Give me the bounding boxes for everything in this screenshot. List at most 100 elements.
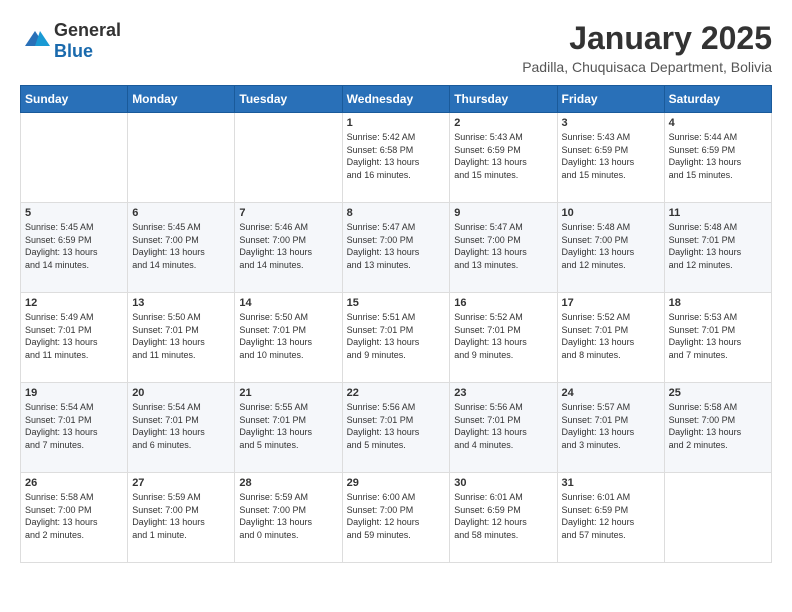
day-info: Sunrise: 5:52 AM Sunset: 7:01 PM Dayligh… xyxy=(454,311,552,361)
calendar-day-cell: 4 Sunrise: 5:44 AM Sunset: 6:59 PM Daylig… xyxy=(664,113,771,203)
day-number: 12 xyxy=(25,297,123,309)
calendar-table: SundayMondayTuesdayWednesdayThursdayFrid… xyxy=(20,85,772,563)
logo-general: General xyxy=(54,20,121,40)
weekday-header: Monday xyxy=(128,86,235,113)
day-info: Sunrise: 6:01 AM Sunset: 6:59 PM Dayligh… xyxy=(454,491,552,541)
calendar-day-cell: 1 Sunrise: 5:42 AM Sunset: 6:58 PM Daylig… xyxy=(342,113,450,203)
logo-blue: Blue xyxy=(54,41,93,61)
calendar-day-cell: 12Sunrise: 5:49 AM Sunset: 7:01 PM Dayli… xyxy=(21,293,128,383)
calendar-day-cell xyxy=(21,113,128,203)
weekday-header: Tuesday xyxy=(235,86,342,113)
calendar-day-cell: 9Sunrise: 5:47 AM Sunset: 7:00 PM Daylig… xyxy=(450,203,557,293)
day-number: 30 xyxy=(454,477,552,489)
calendar-day-cell: 31Sunrise: 6:01 AM Sunset: 6:59 PM Dayli… xyxy=(557,473,664,563)
day-number: 16 xyxy=(454,297,552,309)
weekday-header: Sunday xyxy=(21,86,128,113)
calendar-week-row: 1 Sunrise: 5:42 AM Sunset: 6:58 PM Daylig… xyxy=(21,113,772,203)
calendar-day-cell: 19 Sunrise: 5:54 AM Sunset: 7:01 PM Dayli… xyxy=(21,383,128,473)
day-number: 25 xyxy=(669,387,767,399)
day-info: Sunrise: 5:59 AM Sunset: 7:00 PM Dayligh… xyxy=(132,491,230,541)
day-info: Sunrise: 6:00 AM Sunset: 7:00 PM Dayligh… xyxy=(347,491,446,541)
day-info: Sunrise: 5:51 AM Sunset: 7:01 PM Dayligh… xyxy=(347,311,446,361)
calendar-day-cell: 3 Sunrise: 5:43 AM Sunset: 6:59 PM Daylig… xyxy=(557,113,664,203)
day-number: 7 xyxy=(239,207,337,219)
calendar-day-cell: 11Sunrise: 5:48 AM Sunset: 7:01 PM Dayli… xyxy=(664,203,771,293)
day-number: 13 xyxy=(132,297,230,309)
calendar-week-row: 26Sunrise: 5:58 AM Sunset: 7:00 PM Dayli… xyxy=(21,473,772,563)
day-info: Sunrise: 5:46 AM Sunset: 7:00 PM Dayligh… xyxy=(239,221,337,271)
day-info: Sunrise: 5:59 AM Sunset: 7:00 PM Dayligh… xyxy=(239,491,337,541)
calendar-header-row: SundayMondayTuesdayWednesdayThursdayFrid… xyxy=(21,86,772,113)
calendar-day-cell: 5Sunrise: 5:45 AM Sunset: 6:59 PM Daylig… xyxy=(21,203,128,293)
page-header: General Blue January 2025 Padilla, Chuqu… xyxy=(20,20,772,75)
day-info: Sunrise: 5:56 AM Sunset: 7:01 PM Dayligh… xyxy=(454,401,552,451)
day-number: 20 xyxy=(132,387,230,399)
day-number: 22 xyxy=(347,387,446,399)
day-info: Sunrise: 5:57 AM Sunset: 7:01 PM Dayligh… xyxy=(562,401,660,451)
calendar-day-cell: 29 Sunrise: 6:00 AM Sunset: 7:00 PM Dayli… xyxy=(342,473,450,563)
calendar-day-cell: 27 Sunrise: 5:59 AM Sunset: 7:00 PM Dayli… xyxy=(128,473,235,563)
calendar-day-cell xyxy=(664,473,771,563)
day-number: 24 xyxy=(562,387,660,399)
logo: General Blue xyxy=(20,20,121,62)
day-number: 11 xyxy=(669,207,767,219)
day-number: 3 xyxy=(562,117,660,129)
calendar-day-cell: 24 Sunrise: 5:57 AM Sunset: 7:01 PM Dayli… xyxy=(557,383,664,473)
day-info: Sunrise: 5:47 AM Sunset: 7:00 PM Dayligh… xyxy=(347,221,446,271)
day-number: 27 xyxy=(132,477,230,489)
day-info: Sunrise: 5:58 AM Sunset: 7:00 PM Dayligh… xyxy=(669,401,767,451)
calendar-day-cell: 16 Sunrise: 5:52 AM Sunset: 7:01 PM Dayli… xyxy=(450,293,557,383)
day-info: Sunrise: 5:45 AM Sunset: 7:00 PM Dayligh… xyxy=(132,221,230,271)
day-info: Sunrise: 5:53 AM Sunset: 7:01 PM Dayligh… xyxy=(669,311,767,361)
day-number: 2 xyxy=(454,117,552,129)
day-number: 4 xyxy=(669,117,767,129)
day-info: Sunrise: 5:42 AM Sunset: 6:58 PM Dayligh… xyxy=(347,131,446,181)
weekday-header: Wednesday xyxy=(342,86,450,113)
day-number: 28 xyxy=(239,477,337,489)
calendar-day-cell: 18 Sunrise: 5:53 AM Sunset: 7:01 PM Dayli… xyxy=(664,293,771,383)
calendar-day-cell: 10 Sunrise: 5:48 AM Sunset: 7:00 PM Dayli… xyxy=(557,203,664,293)
day-info: Sunrise: 5:56 AM Sunset: 7:01 PM Dayligh… xyxy=(347,401,446,451)
title-area: January 2025 Padilla, Chuquisaca Departm… xyxy=(522,20,772,75)
day-number: 17 xyxy=(562,297,660,309)
day-number: 10 xyxy=(562,207,660,219)
day-info: Sunrise: 5:43 AM Sunset: 6:59 PM Dayligh… xyxy=(562,131,660,181)
day-info: Sunrise: 5:50 AM Sunset: 7:01 PM Dayligh… xyxy=(239,311,337,361)
day-number: 14 xyxy=(239,297,337,309)
day-number: 18 xyxy=(669,297,767,309)
day-number: 29 xyxy=(347,477,446,489)
day-number: 19 xyxy=(25,387,123,399)
calendar-day-cell: 23 Sunrise: 5:56 AM Sunset: 7:01 PM Dayli… xyxy=(450,383,557,473)
calendar-day-cell: 6 Sunrise: 5:45 AM Sunset: 7:00 PM Daylig… xyxy=(128,203,235,293)
calendar-day-cell: 17 Sunrise: 5:52 AM Sunset: 7:01 PM Dayli… xyxy=(557,293,664,383)
calendar-day-cell xyxy=(235,113,342,203)
calendar-week-row: 19 Sunrise: 5:54 AM Sunset: 7:01 PM Dayli… xyxy=(21,383,772,473)
calendar-day-cell: 2Sunrise: 5:43 AM Sunset: 6:59 PM Daylig… xyxy=(450,113,557,203)
calendar-day-cell: 13Sunrise: 5:50 AM Sunset: 7:01 PM Dayli… xyxy=(128,293,235,383)
day-info: Sunrise: 5:54 AM Sunset: 7:01 PM Dayligh… xyxy=(25,401,123,451)
day-number: 5 xyxy=(25,207,123,219)
day-info: Sunrise: 5:44 AM Sunset: 6:59 PM Dayligh… xyxy=(669,131,767,181)
day-info: Sunrise: 6:01 AM Sunset: 6:59 PM Dayligh… xyxy=(562,491,660,541)
calendar-day-cell: 20Sunrise: 5:54 AM Sunset: 7:01 PM Dayli… xyxy=(128,383,235,473)
day-number: 9 xyxy=(454,207,552,219)
day-number: 15 xyxy=(347,297,446,309)
calendar-day-cell xyxy=(128,113,235,203)
calendar-day-cell: 7 Sunrise: 5:46 AM Sunset: 7:00 PM Daylig… xyxy=(235,203,342,293)
calendar-week-row: 5Sunrise: 5:45 AM Sunset: 6:59 PM Daylig… xyxy=(21,203,772,293)
calendar-week-row: 12Sunrise: 5:49 AM Sunset: 7:01 PM Dayli… xyxy=(21,293,772,383)
day-number: 1 xyxy=(347,117,446,129)
day-number: 8 xyxy=(347,207,446,219)
weekday-header: Saturday xyxy=(664,86,771,113)
location-title: Padilla, Chuquisaca Department, Bolivia xyxy=(522,59,772,75)
day-number: 6 xyxy=(132,207,230,219)
day-info: Sunrise: 5:48 AM Sunset: 7:00 PM Dayligh… xyxy=(562,221,660,271)
day-number: 21 xyxy=(239,387,337,399)
day-number: 26 xyxy=(25,477,123,489)
logo-icon xyxy=(20,26,50,56)
month-title: January 2025 xyxy=(522,20,772,57)
calendar-day-cell: 25 Sunrise: 5:58 AM Sunset: 7:00 PM Dayli… xyxy=(664,383,771,473)
day-number: 23 xyxy=(454,387,552,399)
calendar-day-cell: 8 Sunrise: 5:47 AM Sunset: 7:00 PM Daylig… xyxy=(342,203,450,293)
day-info: Sunrise: 5:52 AM Sunset: 7:01 PM Dayligh… xyxy=(562,311,660,361)
